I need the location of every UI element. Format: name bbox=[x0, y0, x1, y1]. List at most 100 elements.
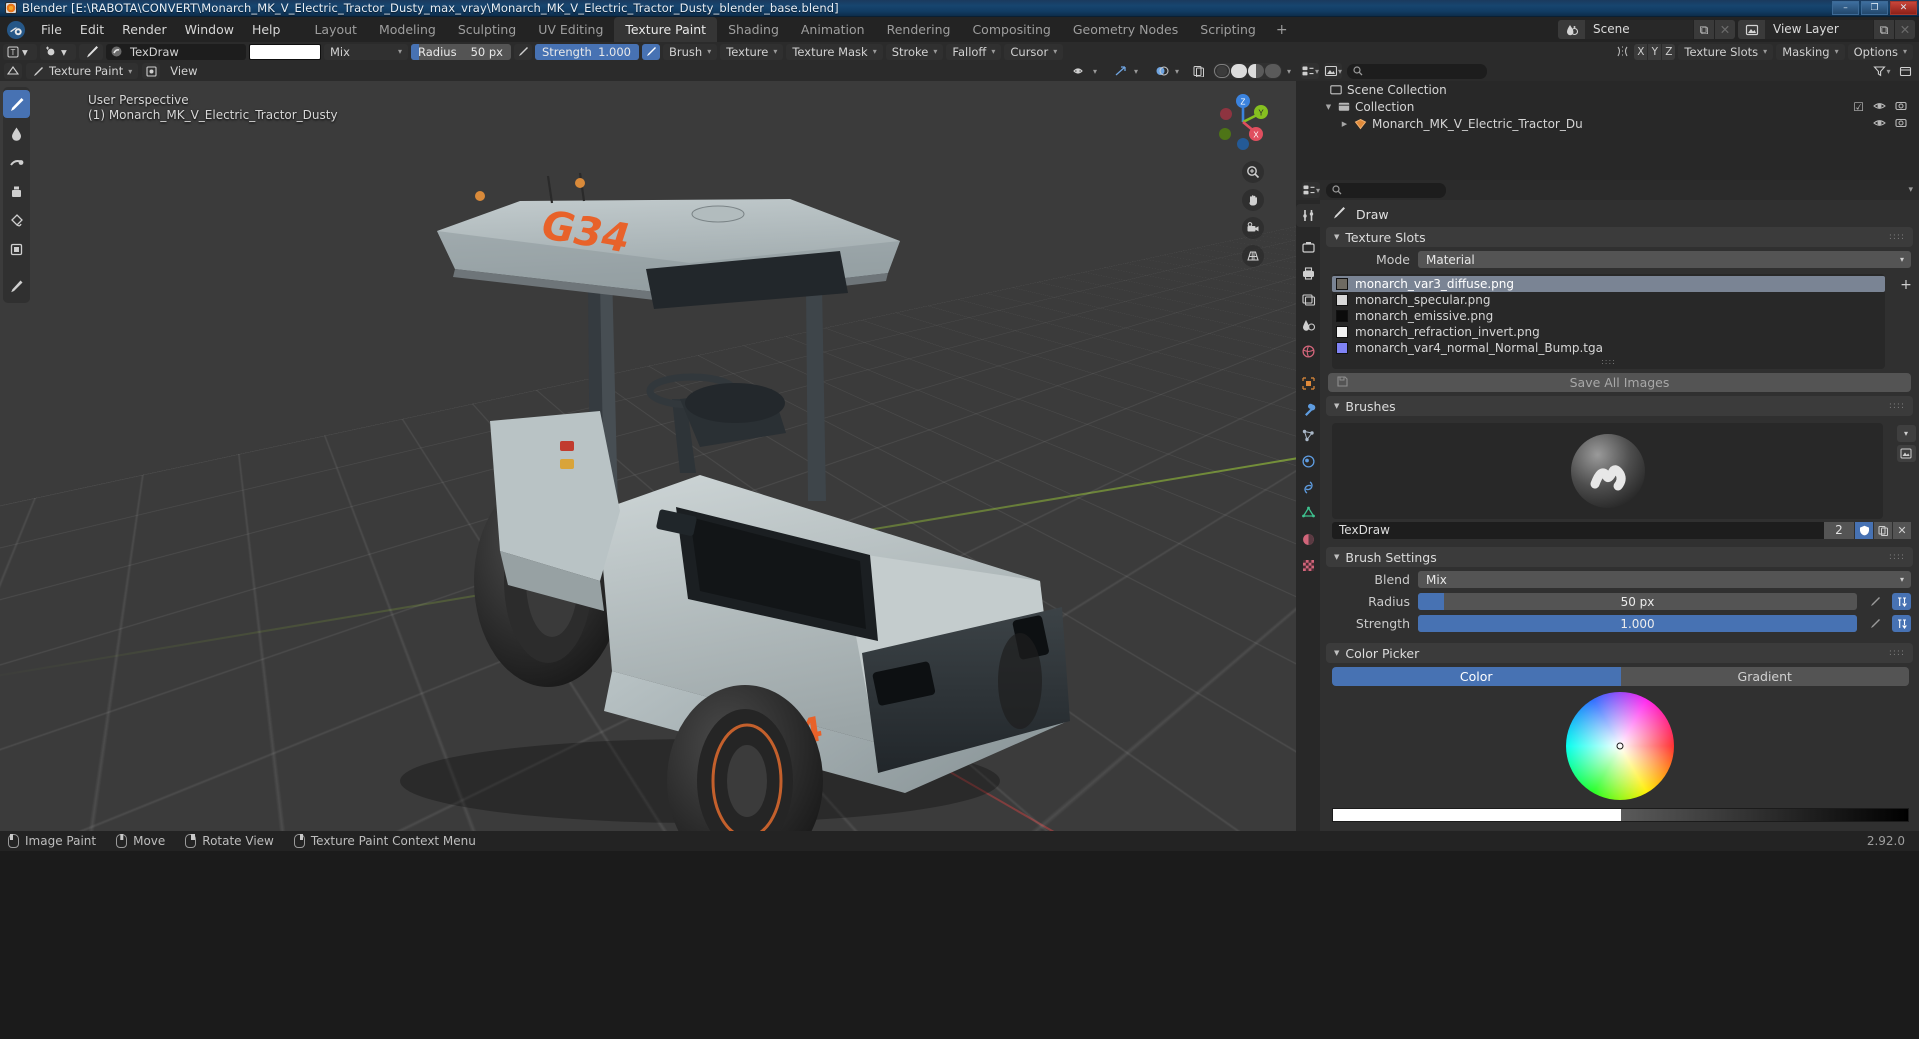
zoom-icon[interactable] bbox=[1242, 161, 1264, 183]
eye-icon[interactable] bbox=[1873, 117, 1886, 131]
workspace-tab-uv-editing[interactable]: UV Editing bbox=[527, 17, 614, 42]
viewport-mode-dropdown[interactable]: Texture Paint ▾ bbox=[26, 63, 139, 79]
shading-wireframe-icon[interactable] bbox=[1213, 64, 1230, 78]
drag-grip-icon[interactable]: :::: bbox=[1601, 357, 1616, 366]
viewport-editor-type-icon[interactable] bbox=[4, 63, 22, 79]
tool-fill[interactable] bbox=[3, 206, 30, 234]
list-item[interactable]: monarch_emissive.png bbox=[1332, 308, 1885, 324]
stroke-menu[interactable]: Stroke ▾ bbox=[885, 43, 944, 60]
color-wheel[interactable] bbox=[1565, 692, 1674, 800]
brush-datablock[interactable]: TexDraw bbox=[106, 43, 246, 60]
brush-preset-dropdown-button[interactable]: ▾ bbox=[1896, 425, 1916, 442]
fake-user-toggle[interactable] bbox=[1854, 522, 1873, 539]
workspace-tab-compositing[interactable]: Compositing bbox=[961, 17, 1061, 42]
shading-rendered-icon[interactable] bbox=[1264, 64, 1281, 78]
brush-preset-dropdown[interactable]: ▾ bbox=[40, 43, 76, 60]
radius-slider[interactable]: 50 px bbox=[1418, 593, 1857, 610]
properties-search-input[interactable] bbox=[1326, 182, 1446, 198]
value-slider-black[interactable] bbox=[1620, 809, 1908, 821]
scene-selector[interactable]: Scene ⧉ ✕ bbox=[1558, 20, 1735, 39]
radius-pressure-icon[interactable] bbox=[514, 43, 532, 60]
collapse-icon[interactable]: ▼ bbox=[1334, 402, 1339, 410]
workspace-tab-sculpting[interactable]: Sculpting bbox=[447, 17, 527, 42]
section-texture-slots[interactable]: ▼ Texture Slots :::: bbox=[1326, 227, 1913, 247]
overlays-dropdown[interactable]: ▾ bbox=[1149, 63, 1185, 79]
eye-icon[interactable] bbox=[1873, 100, 1886, 114]
tool-clone[interactable] bbox=[3, 177, 30, 205]
tool-mask[interactable] bbox=[3, 235, 30, 263]
symmetry-axis-group[interactable]: X Y Z bbox=[1634, 43, 1676, 60]
pan-hand-icon[interactable] bbox=[1242, 189, 1264, 211]
maximize-button[interactable]: ❐ bbox=[1861, 1, 1888, 15]
strength-slider[interactable]: 1.000 bbox=[1418, 615, 1857, 632]
gizmo-dropdown[interactable]: ▾ bbox=[1108, 63, 1144, 79]
outliner-row-scene-collection[interactable]: Scene Collection bbox=[1296, 81, 1919, 98]
tab-texture[interactable] bbox=[1296, 554, 1320, 577]
expand-object-icon[interactable]: ▶ bbox=[1340, 120, 1349, 128]
visibility-dropdown[interactable]: ▾ bbox=[1067, 63, 1103, 79]
unlink-brush-button[interactable]: ✕ bbox=[1892, 522, 1911, 539]
viewport-view-menu[interactable]: View bbox=[164, 63, 203, 79]
list-item[interactable]: monarch_var3_diffuse.png bbox=[1332, 276, 1885, 292]
brush-menu[interactable]: Brush ▾ bbox=[663, 43, 718, 60]
scene-name[interactable]: Scene bbox=[1585, 20, 1693, 39]
new-brush-button[interactable] bbox=[1873, 522, 1892, 539]
outliner-search-input[interactable] bbox=[1347, 63, 1487, 79]
list-item[interactable]: monarch_specular.png bbox=[1332, 292, 1885, 308]
tab-object-data[interactable] bbox=[1296, 502, 1320, 525]
outliner-editor-type-icon[interactable]: ▾ bbox=[1301, 63, 1319, 79]
viewport-pivot-icon[interactable] bbox=[142, 63, 161, 79]
shading-dropdown-caret[interactable]: ▾ bbox=[1287, 67, 1291, 76]
tab-view-layer[interactable] bbox=[1296, 288, 1320, 311]
tab-world[interactable] bbox=[1296, 340, 1320, 363]
menu-file[interactable]: File bbox=[32, 19, 71, 40]
outliner-row-collection[interactable]: ▼ Collection ☑ bbox=[1296, 98, 1919, 115]
list-resize-row[interactable]: :::: bbox=[1332, 356, 1885, 367]
brush-icon[interactable] bbox=[79, 43, 103, 60]
xray-toggle-icon[interactable] bbox=[1190, 63, 1208, 79]
blend-mode-dropdown[interactable]: Mix ▾ bbox=[324, 43, 408, 60]
save-all-images-button[interactable]: Save All Images bbox=[1328, 373, 1911, 392]
radius-pressure-icon[interactable] bbox=[1865, 593, 1884, 610]
outliner-new-collection-icon[interactable] bbox=[1896, 63, 1914, 79]
tab-render[interactable] bbox=[1296, 236, 1320, 259]
symmetry-z[interactable]: Z bbox=[1662, 43, 1676, 60]
tab-color[interactable]: Color bbox=[1332, 667, 1621, 686]
brush-name-field[interactable]: TexDraw bbox=[1332, 522, 1824, 539]
outliner-display-mode-icon[interactable]: ▾ bbox=[1324, 63, 1342, 79]
collapse-icon[interactable]: ▼ bbox=[1324, 103, 1333, 111]
color-value-slider[interactable] bbox=[1332, 808, 1909, 822]
menu-render[interactable]: Render bbox=[113, 19, 176, 40]
blend-dropdown[interactable]: Mix ▾ bbox=[1418, 571, 1911, 588]
tab-gradient[interactable]: Gradient bbox=[1620, 667, 1909, 686]
workspace-tab-layout[interactable]: Layout bbox=[303, 17, 368, 42]
properties-options-caret[interactable]: ▾ bbox=[1908, 185, 1913, 195]
properties-editor[interactable]: ▾ ▾ Draw ▼ Texture Slots:::: Mode Mater… bbox=[1296, 180, 1919, 831]
tool-draw[interactable] bbox=[3, 90, 30, 118]
add-texture-slot-button[interactable]: + bbox=[1897, 276, 1916, 293]
texture-menu[interactable]: Texture ▾ bbox=[720, 43, 784, 60]
workspace-tab-geometry-nodes[interactable]: Geometry Nodes bbox=[1062, 17, 1189, 42]
tab-particles[interactable] bbox=[1296, 424, 1320, 447]
list-item[interactable]: monarch_var4_normal_Normal_Bump.tga bbox=[1332, 340, 1885, 356]
texture-mask-menu[interactable]: Texture Mask ▾ bbox=[786, 43, 883, 60]
texture-slots-menu[interactable]: Texture Slots ▾ bbox=[1678, 43, 1774, 60]
brush-preview-settings-button[interactable] bbox=[1896, 445, 1916, 462]
strength-pressure-icon[interactable] bbox=[1865, 615, 1884, 632]
tab-modifiers[interactable] bbox=[1296, 398, 1320, 421]
brush-preview[interactable] bbox=[1332, 423, 1883, 519]
shading-solid-icon[interactable] bbox=[1230, 64, 1247, 78]
collapse-icon[interactable]: ▼ bbox=[1334, 233, 1339, 241]
value-slider-white[interactable] bbox=[1333, 809, 1621, 821]
symmetry-y[interactable]: Y bbox=[1648, 43, 1662, 60]
navigation-gizmo[interactable]: Z Y X bbox=[1212, 91, 1274, 153]
workspace-tab-animation[interactable]: Animation bbox=[790, 17, 876, 42]
texture-slot-list[interactable]: monarch_var3_diffuse.png monarch_specula… bbox=[1332, 274, 1885, 369]
view-layer-name[interactable]: View Layer bbox=[1765, 20, 1873, 39]
options-menu[interactable]: Options ▾ bbox=[1847, 43, 1913, 60]
radius-unit-toggle[interactable] bbox=[1892, 593, 1911, 610]
menu-edit[interactable]: Edit bbox=[71, 19, 113, 40]
tab-tool[interactable] bbox=[1296, 204, 1320, 227]
strength-pressure-icon[interactable] bbox=[642, 43, 660, 60]
camera-view-icon[interactable] bbox=[1242, 217, 1264, 239]
